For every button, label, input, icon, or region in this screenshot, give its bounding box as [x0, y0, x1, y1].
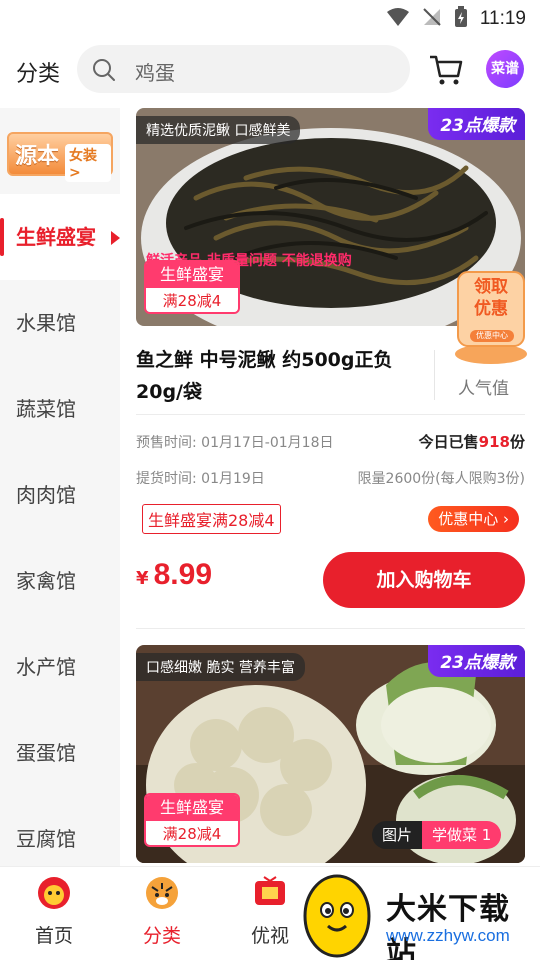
site-watermark: 大米下载站 www.zzhyw.com: [296, 866, 540, 960]
product-card[interactable]: 精选优质泥鳅 口感鲜美 23点爆款 鲜活产品 非质量问题 不能退换购 生鲜盛宴 …: [136, 108, 525, 629]
presale-time: 预售时间: 01月17日-01月18日: [136, 435, 334, 451]
sidebar-item-label: 蔬菜馆: [16, 397, 76, 421]
banner-brand: 源本: [15, 144, 60, 169]
caret-right-icon: [111, 231, 120, 245]
popularity-label: 人气值: [458, 379, 509, 399]
sold-prefix: 今日已售: [418, 433, 479, 451]
purchase-limit: 限量2600份(每人限购3份): [357, 471, 525, 487]
watermark-url: www.zzhyw.com: [386, 926, 510, 945]
add-to-cart-button[interactable]: 加入购物车: [323, 552, 525, 608]
sidebar-item-seafood[interactable]: 水产馆: [0, 624, 120, 710]
sidebar-item-label: 家禽馆: [16, 569, 76, 593]
sidebar-item-fresh[interactable]: 生鲜盛宴: [0, 194, 120, 280]
product-tagline: 精选优质泥鳅 口感鲜美: [136, 116, 301, 144]
recipe-button[interactable]: 菜谱: [486, 50, 524, 88]
nav-label: 首页: [34, 925, 73, 947]
badge-line2: 优惠: [474, 299, 508, 319]
nav-home[interactable]: 首页: [14, 873, 94, 948]
picture-tab[interactable]: 图片: [372, 821, 423, 849]
sold-suffix: 份: [509, 433, 525, 451]
banner-tag: 女装>: [65, 144, 111, 182]
watermark-title: 大米下载站: [386, 892, 510, 960]
sidebar-item-label: 豆腐馆: [16, 827, 76, 851]
price-value: 8.99: [153, 558, 213, 591]
promo-tag-discount: 满28减4: [146, 288, 238, 312]
status-bar: 11:19: [0, 0, 540, 36]
product-price: ¥ 8.99: [136, 558, 212, 592]
sidebar-item-meat[interactable]: 肉肉馆: [0, 452, 120, 538]
top-header: 分类 鸡蛋 菜谱: [0, 40, 540, 100]
product-name[interactable]: 鱼之鲜 中号泥鳅 约500g正负20g/袋: [136, 344, 421, 408]
lion-head-icon: [34, 877, 74, 917]
sold-count: 918: [478, 433, 510, 451]
coupon-tag: 生鲜盛宴满28减4: [142, 504, 281, 534]
category-sidebar: 源本 女装> 生鲜盛宴 水果馆 蔬菜馆 肉肉馆 家禽馆 水产馆 蛋蛋馆 豆腐馆: [0, 108, 120, 868]
divider: [136, 414, 525, 415]
promo-tag: 生鲜盛宴 满28减4: [144, 793, 240, 847]
cart-icon[interactable]: [428, 54, 464, 90]
cook-tab[interactable]: 学做菜 1: [422, 821, 502, 849]
sidebar-item-label: 水产馆: [16, 655, 76, 679]
pickup-time: 提货时间: 01月19日: [136, 471, 265, 487]
promo-tag: 生鲜盛宴 满28减4: [144, 260, 240, 314]
media-tags: 图片 学做菜 1: [372, 821, 502, 849]
promo-tag-title: 生鲜盛宴: [146, 795, 238, 821]
nav-label: 分类: [142, 925, 181, 947]
product-image[interactable]: 口感细嫩 脆实 营养丰富 23点爆款 生鲜盛宴 满28减4 图片 学做菜 1: [136, 645, 525, 863]
product-tagline: 口感细嫩 脆实 营养丰富: [136, 653, 305, 681]
sidebar-promo-banner[interactable]: 源本 女装>: [7, 132, 113, 182]
tv-icon: [250, 876, 290, 917]
no-signal-icon: [422, 7, 442, 31]
clock: 11:19: [479, 8, 526, 29]
sidebar-item-fruit[interactable]: 水果馆: [0, 280, 120, 366]
egg-mascot-icon: [300, 868, 374, 960]
promo-tag-discount: 满28减4: [146, 821, 238, 845]
search-icon: [91, 57, 117, 87]
search-placeholder: 鸡蛋: [135, 61, 175, 85]
badge-line1: 领取: [474, 277, 508, 297]
search-input[interactable]: 鸡蛋: [77, 45, 410, 93]
tiger-icon: [142, 877, 182, 917]
sold-today: 今日已售918份: [419, 431, 525, 452]
sidebar-item-vegetable[interactable]: 蔬菜馆: [0, 366, 120, 452]
hot-badge: 23点爆款: [428, 645, 525, 677]
sidebar-item-label: 蛋蛋馆: [16, 741, 76, 765]
sidebar-item-poultry[interactable]: 家禽馆: [0, 538, 120, 624]
sidebar-item-label: 水果馆: [16, 311, 76, 335]
sidebar-item-label: 肉肉馆: [16, 483, 76, 507]
nav-category[interactable]: 分类: [122, 873, 202, 948]
badge-line3: 优惠中心: [476, 331, 508, 340]
floating-coupon-badge[interactable]: 领取 优惠 优惠中心: [452, 266, 530, 366]
hot-badge: 23点爆款: [428, 108, 525, 140]
sidebar-item-egg[interactable]: 蛋蛋馆: [0, 710, 120, 796]
currency-symbol: ¥: [136, 568, 149, 589]
battery-icon: [454, 6, 468, 32]
discount-center-button[interactable]: 优惠中心 ›: [428, 506, 519, 532]
page-title: 分类: [16, 62, 61, 87]
wifi-icon: [386, 7, 410, 31]
product-card[interactable]: 口感细嫩 脆实 营养丰富 23点爆款 生鲜盛宴 满28减4 图片 学做菜 1: [136, 645, 525, 865]
sidebar-item-label: 生鲜盛宴: [16, 225, 96, 249]
divider: [136, 628, 525, 629]
divider: [434, 350, 435, 400]
promo-tag-title: 生鲜盛宴: [146, 262, 238, 288]
